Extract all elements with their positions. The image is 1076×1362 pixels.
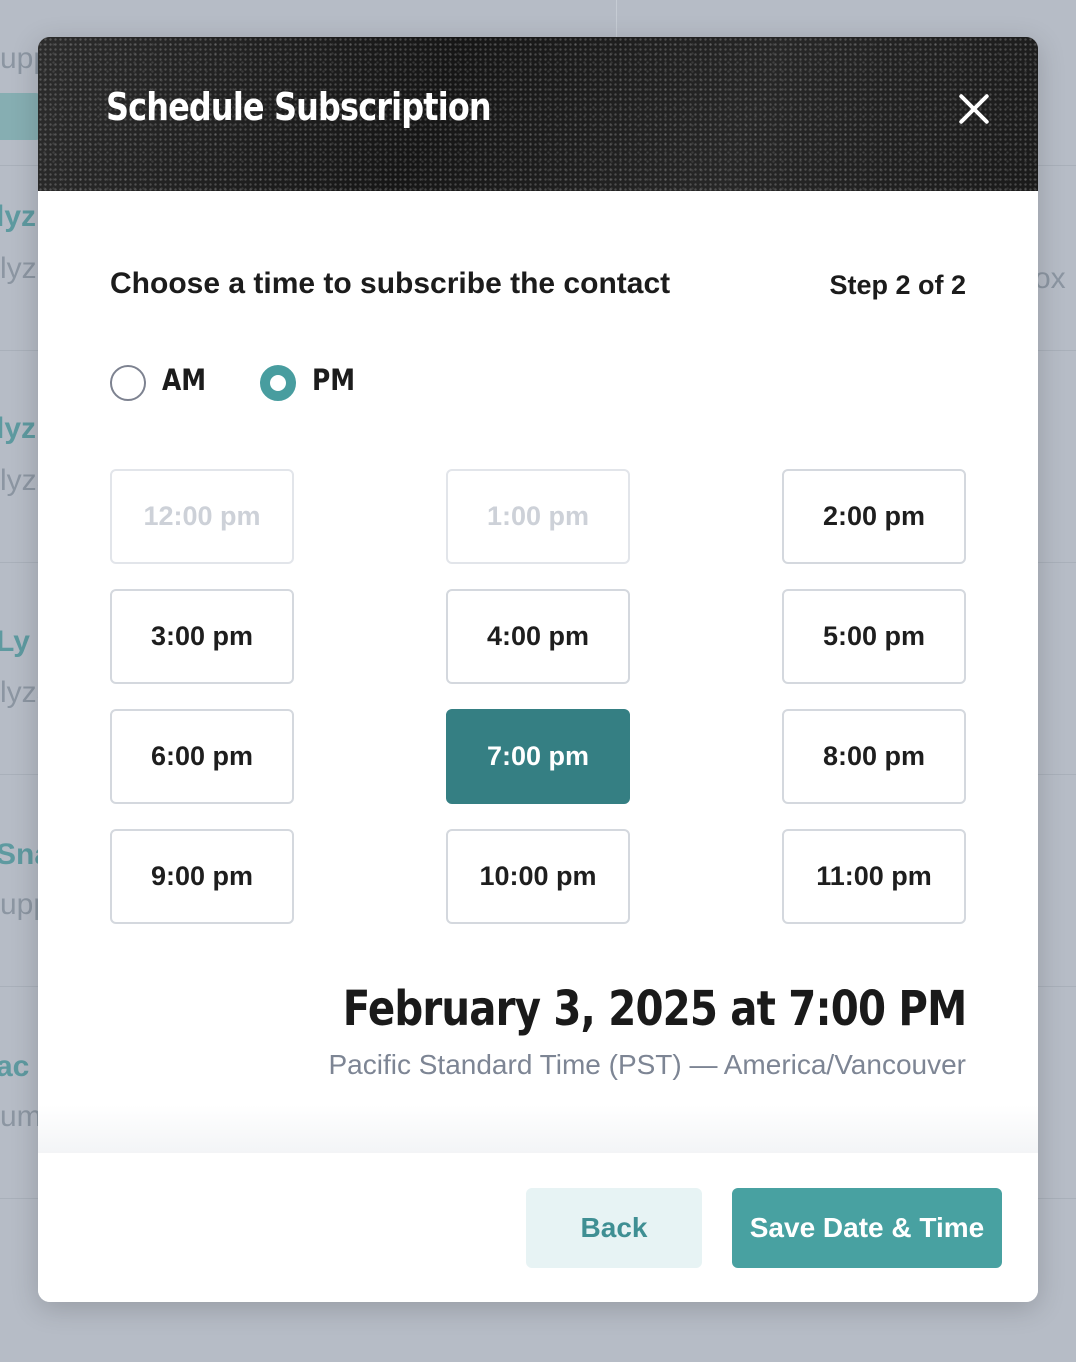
modal-footer: Back Save Date & Time	[38, 1153, 1038, 1302]
modal-subtitle: Choose a time to subscribe the contact	[110, 267, 671, 300]
save-date-time-button[interactable]: Save Date & Time	[732, 1188, 1002, 1268]
time-slot-1pm: 1:00 pm	[446, 469, 630, 564]
time-slot-12pm: 12:00 pm	[110, 469, 294, 564]
time-slot-2pm[interactable]: 2:00 pm	[782, 469, 966, 564]
pm-radio-label[interactable]: PM	[312, 363, 355, 397]
background-text: um	[0, 1100, 42, 1133]
background-text: lyz	[0, 412, 37, 445]
am-radio-label[interactable]: AM	[162, 363, 206, 397]
modal-header: Schedule Subscription	[38, 37, 1038, 191]
pm-radio-button[interactable]	[260, 365, 296, 401]
time-slot-11pm[interactable]: 11:00 pm	[782, 829, 966, 924]
background-divider	[616, 0, 617, 40]
time-slot-9pm[interactable]: 9:00 pm	[110, 829, 294, 924]
modal-title: Schedule Subscription	[106, 85, 492, 129]
background-button	[0, 93, 40, 140]
step-indicator: Step 2 of 2	[829, 270, 966, 300]
timezone-label: Pacific Standard Time (PST) — America/Va…	[328, 1049, 967, 1080]
close-icon[interactable]	[952, 87, 996, 131]
time-slot-10pm[interactable]: 10:00 pm	[446, 829, 630, 924]
selected-datetime: February 3, 2025 at 7:00 PM	[342, 981, 966, 1037]
background-text: ox	[1034, 262, 1066, 295]
footer-shadow	[38, 1105, 1038, 1155]
time-slot-4pm[interactable]: 4:00 pm	[446, 589, 630, 684]
time-slot-3pm[interactable]: 3:00 pm	[110, 589, 294, 684]
background-text: ac	[0, 1050, 30, 1083]
am-radio-button[interactable]	[110, 365, 146, 401]
schedule-subscription-modal: Schedule Subscription Choose a time to s…	[38, 37, 1038, 1302]
background-text: Ly	[0, 625, 30, 658]
time-slot-6pm[interactable]: 6:00 pm	[110, 709, 294, 804]
background-text: lyz	[0, 200, 37, 233]
time-slot-8pm[interactable]: 8:00 pm	[782, 709, 966, 804]
time-slot-7pm[interactable]: 7:00 pm	[446, 709, 630, 804]
back-button[interactable]: Back	[526, 1188, 702, 1268]
time-slot-grid: 12:00 pm 1:00 pm 2:00 pm 3:00 pm 4:00 pm…	[110, 469, 966, 924]
time-slot-5pm[interactable]: 5:00 pm	[782, 589, 966, 684]
